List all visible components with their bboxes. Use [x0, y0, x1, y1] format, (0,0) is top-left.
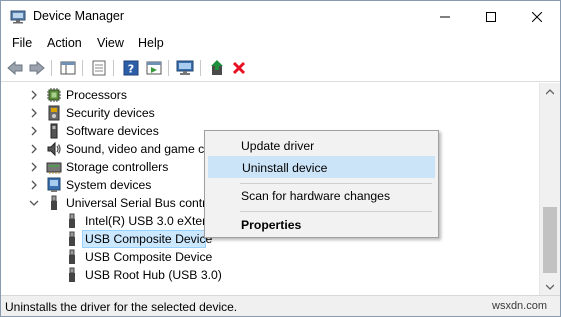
- help-icon: ?: [123, 60, 139, 76]
- tree-item-label: USB Composite Device: [85, 250, 213, 264]
- minimize-icon: [440, 16, 450, 17]
- context-menu: Update driver Uninstall device Scan for …: [204, 130, 439, 238]
- title-bar[interactable]: Device Manager: [1, 1, 560, 32]
- chevron-right-icon[interactable]: [29, 107, 39, 119]
- properties-toolbar-button[interactable]: [89, 58, 109, 78]
- toolbar-separator: [51, 60, 52, 76]
- scroll-down-button[interactable]: [540, 278, 560, 295]
- menu-action[interactable]: Action: [47, 36, 82, 50]
- tree-item-security-devices[interactable]: Security devices: [1, 104, 539, 122]
- chevron-down-icon[interactable]: [29, 197, 39, 209]
- device-manager-app-icon: [10, 10, 26, 24]
- toolbar-separator: [200, 60, 201, 76]
- security-device-icon: [48, 105, 60, 121]
- tree-item-label: USB Root Hub (USB 3.0): [85, 268, 222, 282]
- menu-file[interactable]: File: [12, 36, 32, 50]
- menu-item-label: Scan for hardware changes: [241, 189, 391, 203]
- update-driver-icon: [211, 60, 223, 75]
- console-tree-icon: [60, 61, 76, 75]
- update-driver-button[interactable]: [207, 58, 227, 78]
- usb-plug-icon: [69, 267, 75, 282]
- vertical-scrollbar[interactable]: [539, 83, 560, 295]
- tree-item-usb-composite-device[interactable]: USB Composite Device: [1, 248, 539, 266]
- maximize-icon: [486, 11, 496, 22]
- menu-item-properties[interactable]: Properties: [208, 214, 435, 236]
- menu-item-label: Update driver: [241, 139, 315, 153]
- scroll-up-arrow-icon: [546, 88, 554, 94]
- uninstall-device-button[interactable]: [229, 58, 249, 78]
- toolbar: ?: [1, 54, 560, 82]
- tree-item-label: USB Composite Device: [85, 232, 213, 246]
- tree-item-label: Sound, video and game co: [66, 142, 212, 156]
- chevron-right-icon[interactable]: [29, 143, 39, 155]
- close-icon: [532, 11, 542, 22]
- show-hide-console-tree-button[interactable]: [58, 58, 78, 78]
- scroll-down-arrow-icon: [546, 284, 554, 290]
- tree-item-label: Security devices: [66, 106, 155, 120]
- device-manager-window: Device Manager File Action View Help ? P…: [0, 0, 561, 317]
- chevron-right-icon[interactable]: [29, 179, 39, 191]
- action-pane-icon: [146, 61, 162, 75]
- system-device-icon: [47, 177, 61, 192]
- menu-item-label: Uninstall device: [242, 161, 328, 175]
- maximize-button[interactable]: [468, 1, 514, 32]
- menu-bar: File Action View Help: [1, 32, 560, 54]
- toolbar-separator: [168, 60, 169, 76]
- menu-item-update-driver[interactable]: Update driver: [208, 135, 435, 157]
- tree-item-label: Storage controllers: [66, 160, 169, 174]
- properties-sheet-icon: [92, 60, 106, 76]
- menu-item-uninstall-device[interactable]: Uninstall device: [208, 156, 435, 178]
- back-arrow-icon: [7, 61, 23, 75]
- menu-separator: [240, 211, 432, 212]
- menu-item-scan-hardware[interactable]: Scan for hardware changes: [208, 185, 435, 207]
- tree-item-label: Software devices: [66, 124, 159, 138]
- tree-item-label: Processors: [66, 88, 127, 102]
- tree-item-usb-root-hub[interactable]: USB Root Hub (USB 3.0): [1, 266, 539, 283]
- menu-view[interactable]: View: [97, 36, 124, 50]
- monitor-scan-icon: [176, 60, 194, 75]
- status-text: Uninstalls the driver for the selected d…: [5, 300, 238, 314]
- tree-item-label: Intel(R) USB 3.0 eXtensi: [85, 214, 218, 228]
- usb-icon: [51, 195, 57, 210]
- scan-hardware-button[interactable]: [175, 58, 195, 78]
- menu-item-label: Properties: [241, 218, 302, 232]
- usb-plug-icon: [69, 213, 75, 228]
- forward-button[interactable]: [27, 58, 47, 78]
- storage-controller-icon: [46, 162, 62, 174]
- forward-arrow-icon: [29, 61, 45, 75]
- svg-text:?: ?: [128, 63, 134, 76]
- window-title: Device Manager: [33, 9, 125, 23]
- tree-item-label: Universal Serial Bus contro: [66, 196, 213, 210]
- menu-help[interactable]: Help: [138, 36, 164, 50]
- status-bar: Uninstalls the driver for the selected d…: [1, 295, 560, 316]
- chevron-right-icon[interactable]: [29, 161, 39, 173]
- scrollbar-thumb[interactable]: [543, 207, 557, 273]
- chevron-right-icon[interactable]: [29, 125, 39, 137]
- processor-icon: [47, 88, 61, 102]
- watermark-text: wsxdn.com: [492, 300, 548, 312]
- delete-x-icon: [232, 61, 246, 75]
- menu-separator: [240, 183, 432, 184]
- chevron-right-icon[interactable]: [29, 89, 39, 101]
- tree-item-processors[interactable]: Processors: [1, 86, 539, 104]
- minimize-button[interactable]: [422, 1, 468, 32]
- close-button[interactable]: [514, 1, 560, 32]
- usb-plug-icon: [69, 249, 75, 264]
- toolbar-separator: [113, 60, 114, 76]
- action-pane-button[interactable]: [144, 58, 164, 78]
- back-button[interactable]: [5, 58, 25, 78]
- sound-icon: [47, 141, 61, 157]
- software-device-icon: [50, 123, 58, 139]
- tree-item-label: System devices: [66, 178, 152, 192]
- scroll-up-button[interactable]: [540, 83, 560, 100]
- toolbar-separator: [82, 60, 83, 76]
- usb-plug-icon: [69, 231, 75, 246]
- help-toolbar-button[interactable]: ?: [121, 58, 141, 78]
